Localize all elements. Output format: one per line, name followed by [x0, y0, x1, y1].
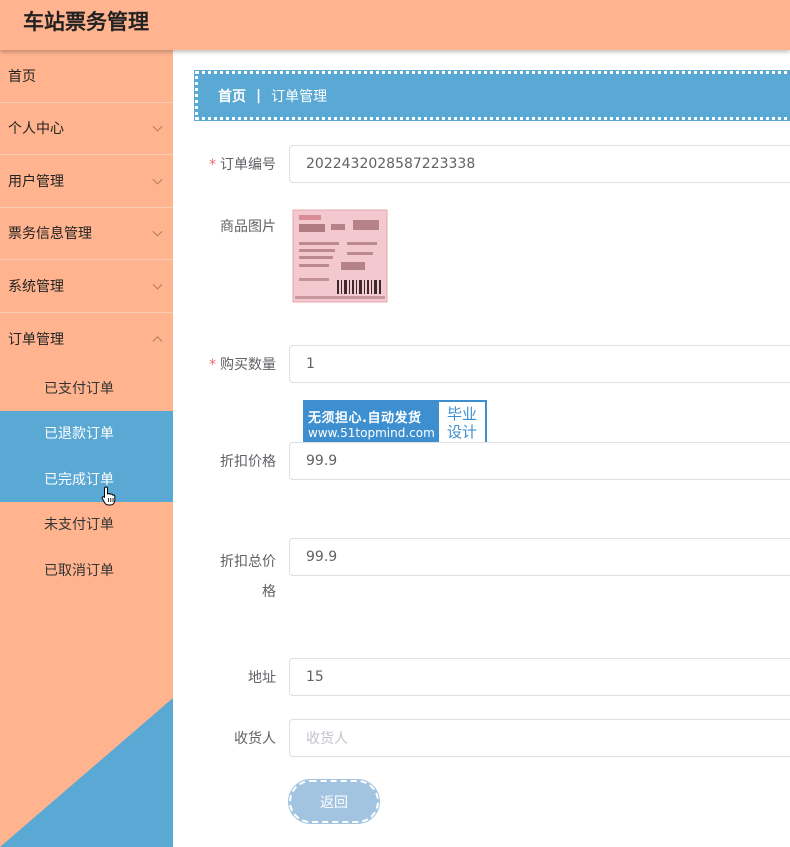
quantity-label: * 购买数量 [209, 357, 276, 373]
chevron-up-icon [152, 335, 163, 346]
sidebar-item-label: 个人中心 [8, 121, 64, 138]
discount-total-input[interactable]: 99.9 [289, 538, 790, 576]
product-image-label: 商品图片 [220, 219, 276, 235]
sidebar-item-user-management[interactable]: 用户管理 [0, 155, 173, 208]
sidebar-subitem-label: 已取消订单 [44, 562, 114, 579]
hand-cursor-icon [101, 486, 116, 506]
sidebar-item-home[interactable]: 首页 [0, 50, 173, 103]
sidebar: 首页 个人中心 用户管理 票务信息管理 系统管理 订单管理 已支付订单 已退款订… [0, 50, 173, 847]
receiver-label: 收货人 [234, 731, 276, 747]
discount-total-label: 折扣总价 格 [220, 554, 276, 600]
breadcrumb: 首页 | 订单管理 [194, 70, 790, 121]
sidebar-item-system-management[interactable]: 系统管理 [0, 260, 173, 313]
discount-price-input[interactable]: 99.9 [289, 442, 790, 480]
address-label: 地址 [248, 670, 276, 686]
order-no-label: * 订单编号 [209, 157, 276, 173]
chevron-down-icon [152, 226, 163, 237]
sidebar-subitem-refunded-orders[interactable]: 已退款订单 [0, 410, 173, 456]
address-input[interactable]: 15 [289, 658, 790, 696]
watermark-tag: 毕业 设计 [446, 405, 477, 441]
sidebar-subitem-label: 未支付订单 [44, 517, 114, 534]
sidebar-subitem-label: 已支付订单 [44, 380, 114, 397]
sidebar-subitem-paid-orders[interactable]: 已支付订单 [0, 365, 173, 411]
watermark-left: 无须担心.自动发货 www.51topmind.com [305, 402, 439, 444]
app-title: 车站票务管理 [23, 10, 149, 34]
sidebar-subitem-completed-orders[interactable]: 已完成订单 [0, 456, 173, 502]
required-mark: * [209, 157, 216, 173]
sidebar-subitem-label: 已退款订单 [44, 426, 114, 443]
required-mark: * [209, 357, 216, 373]
main-content: 首页 | 订单管理 * 订单编号 2022432028587223338 商品图片 [173, 50, 790, 847]
order-no-input[interactable]: 2022432028587223338 [289, 145, 790, 183]
watermark-site: www.51topmind.com [308, 425, 435, 440]
breadcrumb-separator: | [256, 87, 262, 104]
sidebar-item-ticket-info[interactable]: 票务信息管理 [0, 208, 173, 260]
watermark-badge: 无须担心.自动发货 www.51topmind.com 毕业 设计 [303, 400, 487, 446]
sidebar-item-order-management[interactable]: 订单管理 [0, 313, 173, 366]
sidebar-item-label: 首页 [8, 68, 36, 85]
sidebar-subitem-unpaid-orders[interactable]: 未支付订单 [0, 502, 173, 548]
quantity-input[interactable]: 1 [289, 345, 790, 383]
receiver-input[interactable]: 收货人 [289, 719, 790, 757]
back-button[interactable]: 返回 [288, 779, 380, 824]
product-image-ticket[interactable] [291, 208, 389, 304]
watermark-slogan: 无须担心.自动发货 [308, 410, 422, 426]
sidebar-item-personal-center[interactable]: 个人中心 [0, 103, 173, 155]
sidebar-item-label: 系统管理 [8, 278, 64, 295]
sidebar-subitem-cancelled-orders[interactable]: 已取消订单 [0, 547, 173, 593]
chevron-down-icon [152, 174, 163, 185]
breadcrumb-home[interactable]: 首页 [218, 86, 246, 106]
top-bar: 车站票务管理 [0, 0, 790, 50]
discount-price-label: 折扣价格 [220, 454, 276, 470]
sidebar-corner-decoration [0, 698, 173, 847]
sidebar-item-label: 订单管理 [8, 331, 64, 348]
chevron-down-icon [152, 121, 163, 132]
sidebar-item-label: 用户管理 [8, 173, 64, 190]
chevron-down-icon [152, 279, 163, 290]
sidebar-item-label: 票务信息管理 [8, 226, 92, 243]
breadcrumb-current: 订单管理 [271, 88, 328, 105]
